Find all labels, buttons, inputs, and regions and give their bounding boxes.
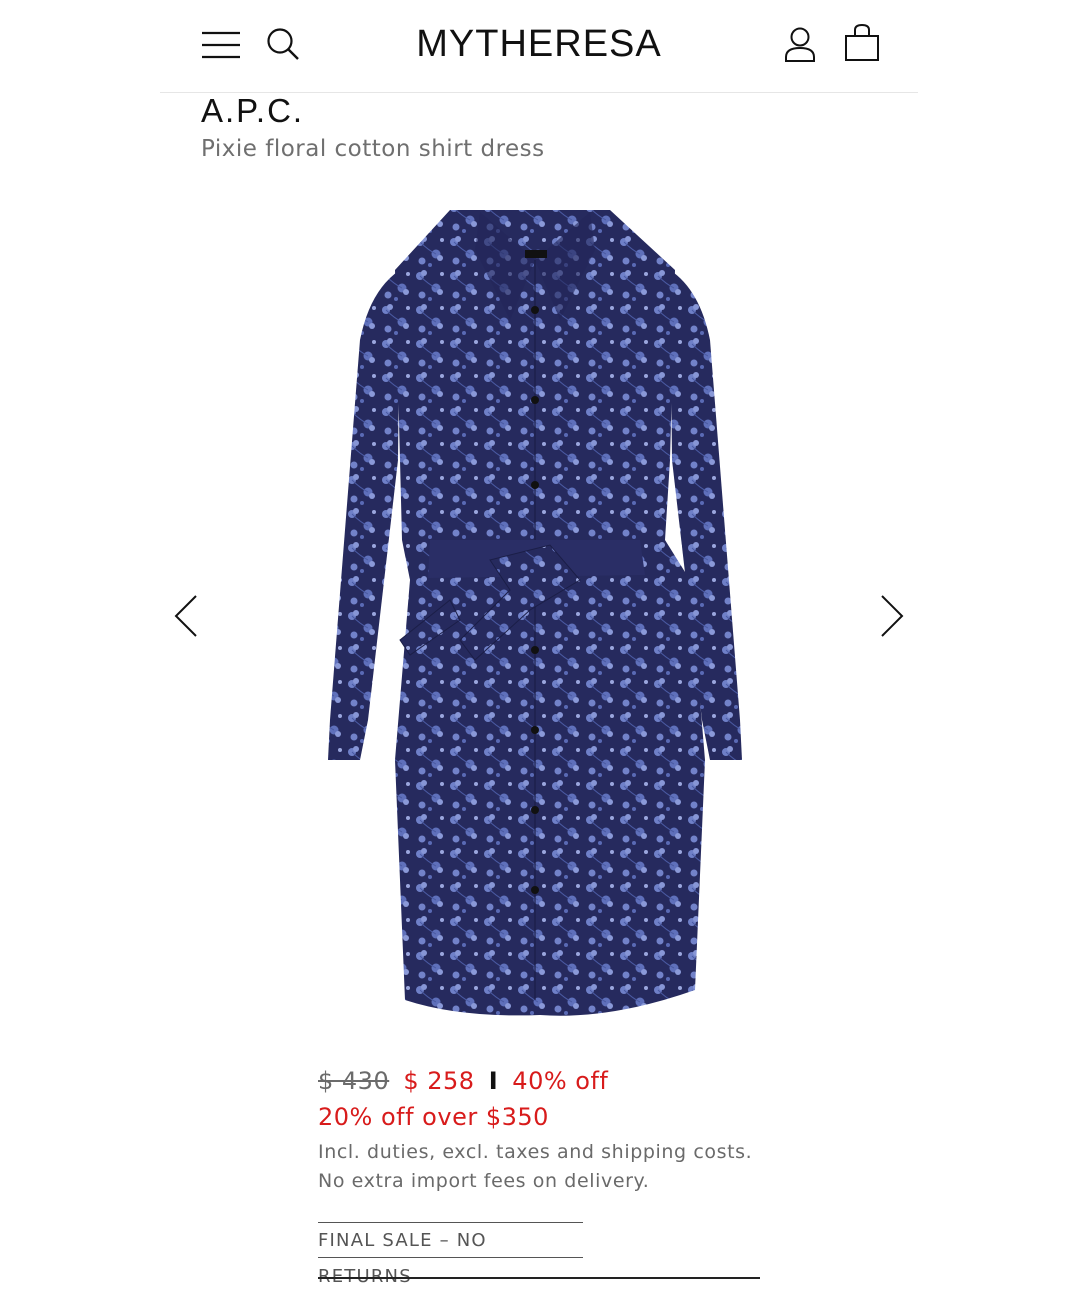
original-price: $ 430 xyxy=(318,1067,390,1095)
product-image[interactable] xyxy=(310,200,760,1030)
chevron-right-icon[interactable] xyxy=(878,594,906,638)
sale-price: $ 258 xyxy=(403,1067,475,1095)
shopping-bag-icon[interactable] xyxy=(844,23,880,62)
chevron-left-icon[interactable] xyxy=(172,594,200,638)
account-icon[interactable] xyxy=(784,26,816,62)
product-brand[interactable]: A.P.C. xyxy=(201,92,304,130)
price-info-line-1: Incl. duties, excl. taxes and shipping c… xyxy=(318,1141,753,1163)
product-gallery xyxy=(160,190,918,1040)
divider xyxy=(318,1277,760,1279)
price-info: Incl. duties, excl. taxes and shipping c… xyxy=(318,1138,838,1196)
price-info-line-2: No extra import fees on delivery. xyxy=(318,1170,650,1192)
discount-badge: 40% off xyxy=(512,1067,609,1095)
price-separator: I xyxy=(488,1067,499,1095)
price-row: $ 430 $ 258 I 40% off xyxy=(318,1064,608,1098)
site-header: MYTHERESA xyxy=(160,0,918,93)
final-sale-notice[interactable]: FINAL SALE – NO RETURNS xyxy=(318,1222,583,1287)
product-name: Pixie floral cotton shirt dress xyxy=(201,136,545,162)
promo-text: 20% off over $350 xyxy=(318,1103,549,1131)
